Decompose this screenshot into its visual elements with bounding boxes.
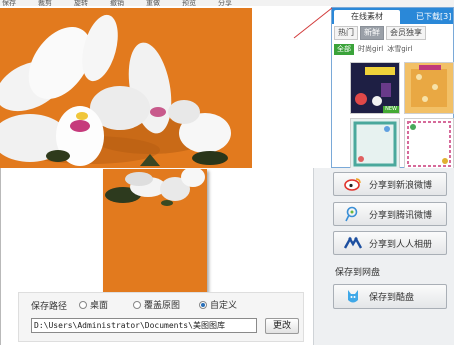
material-thumbnail[interactable]	[404, 118, 454, 170]
filter-fresh[interactable]: 新鲜	[360, 26, 384, 40]
share-tencent-weibo-button[interactable]: 分享到腾讯微博	[333, 202, 447, 226]
save-to-kupan-label: 保存到酷盘	[369, 293, 415, 303]
materials-tab-bar: 在线素材 已下载[3]	[332, 8, 453, 24]
material-thumbnail[interactable]	[404, 62, 454, 114]
share-tencent-label: 分享到腾讯微博	[369, 210, 433, 221]
category-fashion-girl[interactable]: 时尚girl	[358, 44, 383, 54]
save-to-kupan-button[interactable]: 保存到酷盘	[333, 284, 447, 309]
materials-category-row: 全部 时尚girl 冰雪girl	[332, 43, 454, 55]
material-thumbnail[interactable]	[350, 118, 400, 170]
tab-downloaded[interactable]: 已下载[3]	[416, 10, 451, 24]
category-all[interactable]: 全部	[334, 43, 354, 55]
share-renren-button[interactable]: 分享到人人相册	[333, 231, 447, 255]
sina-weibo-icon	[343, 176, 363, 192]
radio-desktop-indicator[interactable]	[79, 300, 87, 309]
save-path-input[interactable]: D:\Users\Administrator\Documents\美图图库	[31, 318, 257, 333]
renren-icon	[343, 235, 363, 251]
filter-vip[interactable]: 会员独享	[386, 26, 426, 40]
pointer-line	[293, 7, 333, 39]
materials-panel: 在线素材 已下载[3] 热门 新鲜 会员独享 全部 时尚girl 冰雪girl …	[331, 7, 454, 170]
share-sina-weibo-button[interactable]: 分享到新浪微博	[333, 172, 447, 196]
share-panel: 分享到新浪微博 分享到腾讯微博 分享到人人相册 保存到网盘 保存到酷盘	[313, 168, 454, 345]
netdisk-section-label: 保存到网盘	[335, 268, 381, 278]
tab-online-materials[interactable]: 在线素材	[334, 10, 400, 24]
save-path-panel: 保存路径 桌面 覆盖原图 自定义 D:\Users\Administrator\…	[18, 292, 304, 342]
radio-custom-label: 自定义	[210, 301, 238, 311]
radio-desktop-label: 桌面	[90, 301, 109, 311]
filter-hot[interactable]: 热门	[334, 26, 358, 40]
save-path-label: 保存路径	[31, 302, 68, 312]
category-ice-girl[interactable]: 冰雪girl	[387, 44, 412, 54]
change-path-button[interactable]: 更改	[265, 318, 299, 334]
radio-custom-indicator[interactable]	[199, 300, 207, 309]
radio-overwrite-indicator[interactable]	[133, 300, 141, 309]
share-renren-label: 分享到人人相册	[369, 239, 433, 250]
zoomed-photo	[0, 8, 252, 168]
radio-custom[interactable]: 自定义	[199, 298, 237, 311]
materials-filter-row: 热门 新鲜 会员独享	[332, 26, 454, 40]
preview-thumbnail	[103, 169, 207, 310]
share-sina-label: 分享到新浪微博	[369, 180, 433, 191]
radio-desktop[interactable]: 桌面	[79, 298, 108, 311]
radio-overwrite[interactable]: 覆盖原图	[133, 298, 180, 311]
tencent-weibo-icon	[343, 206, 363, 222]
material-thumbnail[interactable]: NEW	[350, 62, 400, 114]
kupan-icon	[343, 289, 363, 305]
radio-overwrite-label: 覆盖原图	[144, 301, 181, 311]
new-badge: NEW	[383, 106, 399, 113]
